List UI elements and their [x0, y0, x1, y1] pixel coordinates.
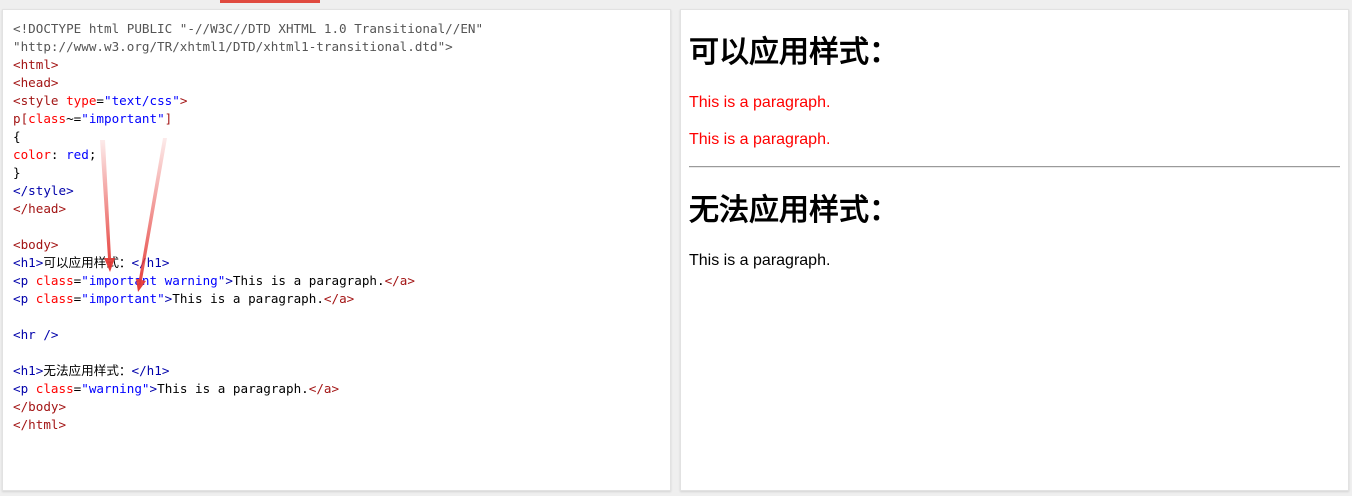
- code-token: </a>: [308, 381, 340, 396]
- code-token: "important": [81, 111, 165, 126]
- code-token: <p: [13, 273, 36, 288]
- code-token: <p: [13, 291, 36, 306]
- code-token: ]: [164, 111, 173, 126]
- code-token: This is a paragraph.: [232, 273, 385, 288]
- code-token: color: [13, 147, 51, 162]
- code-token: <p: [13, 381, 36, 396]
- code-token: </a>: [384, 273, 415, 288]
- code-line: <h1>可以应用样式：</h1>: [13, 254, 483, 272]
- rendered-output: 可以应用样式： This is a paragraph. This is a p…: [689, 10, 1340, 271]
- code-token: <!DOCTYPE html PUBLIC "-//W3C//DTD XHTML…: [13, 21, 484, 36]
- code-token: </style>: [13, 183, 74, 198]
- code-line: "http://www.w3.org/TR/xhtml1/DTD/xhtml1-…: [13, 38, 483, 56]
- code-token: class: [35, 291, 74, 306]
- code-token: red: [66, 147, 89, 162]
- code-token: <body>: [13, 237, 59, 252]
- code-token: p[: [13, 111, 29, 126]
- code-line: </body>: [13, 398, 483, 416]
- code-token: }: [13, 165, 21, 180]
- code-token: This is a paragraph.: [157, 381, 309, 396]
- code-line: </head>: [13, 200, 483, 218]
- paragraph-warning: This is a paragraph.: [689, 252, 831, 269]
- code-token: :: [50, 147, 67, 162]
- code-line: <!DOCTYPE html PUBLIC "-//W3C//DTD XHTML…: [13, 20, 483, 38]
- paragraph-important-warning: This is a paragraph.: [689, 94, 831, 111]
- code-line: <p class="warning">This is a paragraph.<…: [13, 380, 483, 398]
- code-line: <body>: [13, 236, 483, 254]
- code-token: =: [96, 93, 105, 108]
- code-token: "warning": [81, 381, 150, 396]
- code-token: class: [35, 381, 74, 396]
- source-code-block: <!DOCTYPE html PUBLIC "-//W3C//DTD XHTML…: [13, 20, 483, 434]
- code-token: This is a paragraph.: [172, 291, 324, 306]
- code-line: <p class="important">This is a paragraph…: [13, 290, 483, 308]
- code-token: </body>: [13, 399, 67, 414]
- code-token: class: [35, 273, 74, 288]
- code-token: >: [179, 93, 188, 108]
- code-token: ;: [88, 147, 97, 162]
- code-line: <style type="text/css">: [13, 92, 483, 110]
- code-line: <head>: [13, 74, 483, 92]
- code-line: color: red;: [13, 146, 483, 164]
- code-token: >: [149, 381, 158, 396]
- code-line: {: [13, 128, 483, 146]
- code-token: type: [66, 93, 97, 108]
- heading-cannot-apply: 无法应用样式：: [689, 193, 899, 228]
- code-token: "text/css": [104, 93, 180, 108]
- code-panel: <!DOCTYPE html PUBLIC "-//W3C//DTD XHTML…: [2, 9, 671, 491]
- code-line: p[class~="important"]: [13, 110, 483, 128]
- code-token: "http://www.w3.org/TR/xhtml1/DTD/xhtml1-…: [13, 39, 453, 54]
- code-token: ~=: [66, 111, 82, 126]
- code-line: <p class="important warning">This is a p…: [13, 272, 483, 290]
- code-token: <h1>: [13, 363, 44, 378]
- code-token: </h1>: [131, 363, 170, 378]
- code-line: </html>: [13, 416, 483, 434]
- code-token: "important": [81, 291, 165, 306]
- code-line: </style>: [13, 182, 483, 200]
- code-line: <h1>无法应用样式：</h1>: [13, 362, 483, 380]
- code-token: <head>: [13, 75, 59, 90]
- code-line: <html>: [13, 56, 483, 74]
- code-token: <hr />: [13, 327, 59, 342]
- code-token: {: [13, 129, 21, 144]
- heading-can-apply: 可以应用样式：: [689, 35, 899, 70]
- code-line: }: [13, 164, 483, 182]
- code-token: class: [28, 111, 67, 126]
- horizontal-rule: [689, 166, 1340, 168]
- code-token: 无法应用样式：: [43, 363, 132, 378]
- code-token: </head>: [13, 201, 67, 216]
- code-line: <hr />: [13, 326, 483, 344]
- code-token: 可以应用样式：: [43, 255, 132, 270]
- result-panel: 可以应用样式： This is a paragraph. This is a p…: [680, 9, 1349, 491]
- code-token: </a>: [323, 291, 355, 306]
- paragraph-important: This is a paragraph.: [689, 131, 831, 148]
- code-token: <html>: [13, 57, 59, 72]
- top-accent-bar: [220, 0, 320, 3]
- code-token: </h1>: [131, 255, 170, 270]
- code-token: </html>: [13, 417, 67, 432]
- code-token: "important warning": [81, 273, 226, 288]
- code-token: <h1>: [13, 255, 44, 270]
- code-token: >: [225, 273, 233, 288]
- code-token: <style: [13, 93, 67, 108]
